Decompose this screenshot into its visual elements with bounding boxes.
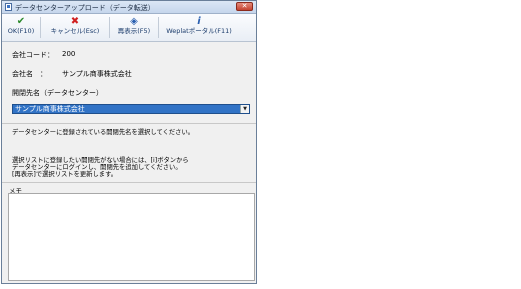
cancel-button-label: キャンセル(Esc) xyxy=(50,27,100,35)
ok-button[interactable]: ✔ OK(F10) xyxy=(7,16,35,39)
info-line-1: データセンターに登録されている開閉先名を選択してください。 xyxy=(12,129,195,136)
toolbar-separator xyxy=(109,17,110,38)
company-name-value: サンプル商事株式会社 xyxy=(62,70,132,78)
ok-button-label: OK(F10) xyxy=(7,27,35,35)
destination-select-value: サンプル商事株式会社 xyxy=(15,105,85,113)
close-button[interactable]: ✕ xyxy=(236,2,253,11)
divider xyxy=(2,123,256,124)
portal-button[interactable]: ⅰ Weplatポータル(F11) xyxy=(162,16,236,39)
app-icon xyxy=(5,3,12,11)
company-name-label: 会社名 ： xyxy=(12,70,47,78)
refresh-button[interactable]: ◈ 再表示(F5) xyxy=(114,16,154,39)
toolbar: ✔ OK(F10) ✖ キャンセル(Esc) ◈ 再表示(F5) ⅰ Wepla… xyxy=(2,14,256,42)
divider xyxy=(2,182,256,183)
destination-label: 開閉先名（データセンター） xyxy=(12,89,103,97)
check-icon: ✔ xyxy=(16,16,26,27)
window-title: データセンターアップロード（データ転送） xyxy=(15,4,155,12)
toolbar-separator xyxy=(40,17,41,38)
refresh-icon: ◈ xyxy=(130,16,138,27)
chevron-down-icon[interactable]: ▼ xyxy=(240,105,249,113)
info-line-2: 選択リストに登録したい開閉先がない場合には、[i]ボタンから xyxy=(12,157,189,164)
portal-button-label: Weplatポータル(F11) xyxy=(166,27,232,35)
cancel-button[interactable]: ✖ キャンセル(Esc) xyxy=(46,16,104,39)
title-bar: データセンターアップロード（データ転送） ✕ xyxy=(2,1,256,14)
toolbar-separator xyxy=(158,17,159,38)
upload-dialog: データセンターアップロード（データ転送） ✕ ✔ OK(F10) ✖ キャンセル… xyxy=(1,0,257,284)
company-code-value: 200 xyxy=(62,50,76,58)
info-line-3: データセンターにログインし、開閉先を追加してください。 xyxy=(12,164,182,171)
info-icon: ⅰ xyxy=(197,16,201,27)
memo-textarea[interactable] xyxy=(8,193,255,281)
info-line-4: [再表示]で選択リストを更新します。 xyxy=(12,171,118,178)
company-code-label: 会社コード： xyxy=(12,51,54,59)
x-icon: ✖ xyxy=(70,16,80,27)
destination-select[interactable]: サンプル商事株式会社 ▼ xyxy=(12,104,250,114)
refresh-button-label: 再表示(F5) xyxy=(117,27,151,35)
